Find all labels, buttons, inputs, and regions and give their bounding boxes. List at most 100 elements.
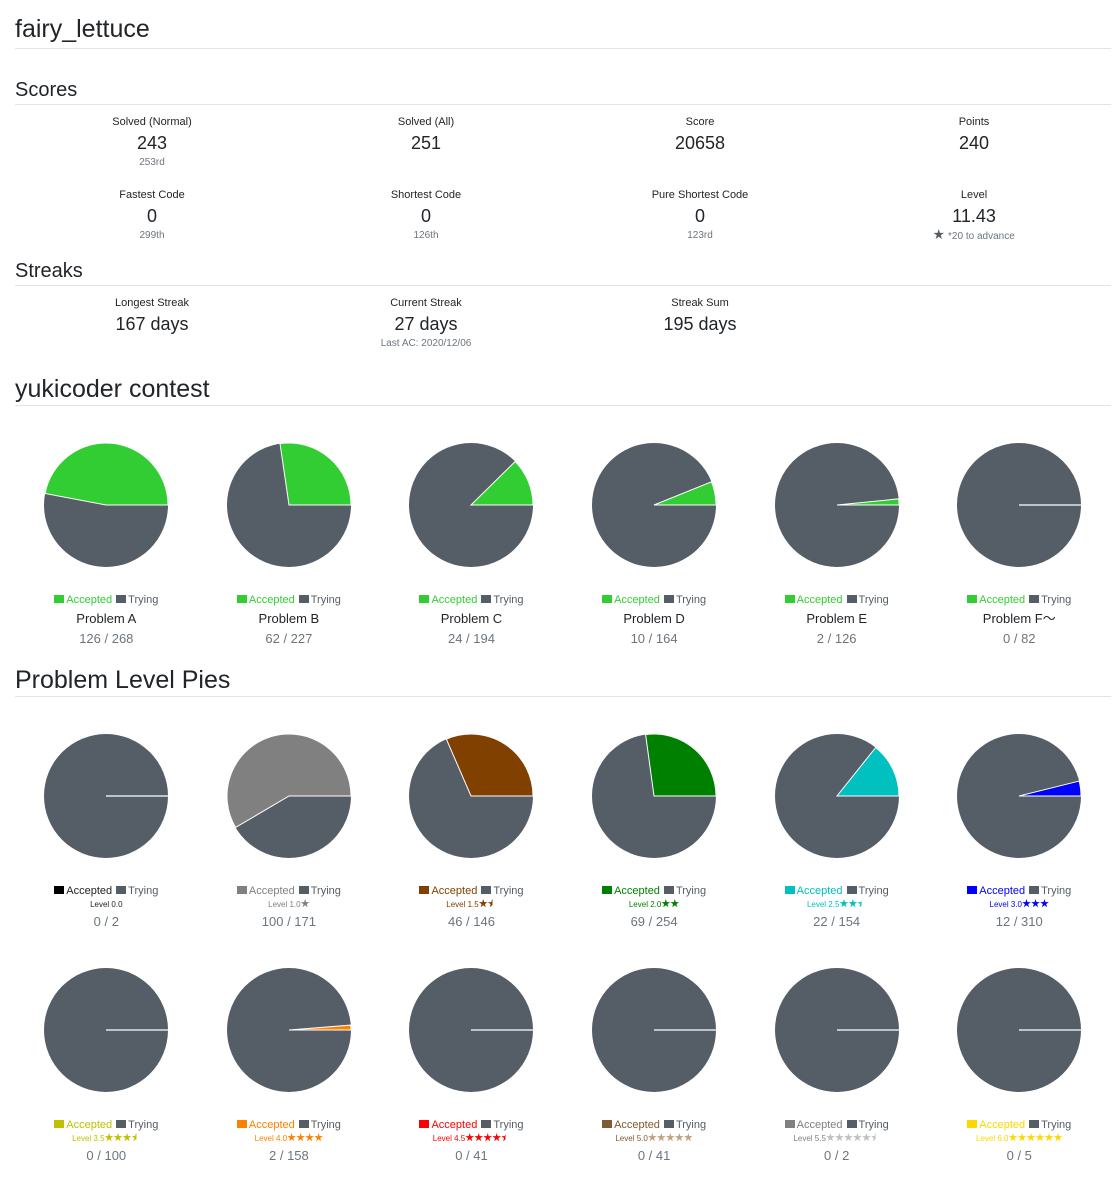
stat-value: 243 [136,133,168,153]
problem-name: Problem A [76,611,137,626]
star-icon [839,899,849,908]
star-icon [835,1133,844,1142]
star-icon [478,899,488,908]
levels-title: Problem Level Pies [15,666,231,694]
problem-count: 10 / 164 [630,631,678,646]
level-label: Level 4.5 [380,1133,563,1145]
level-count: 0 / 41 [455,1148,488,1163]
problem-count: 24 / 194 [447,631,495,646]
star-icon [1008,1133,1018,1142]
level-pies-row: Accepted Trying Level 0.0 0 / 2 Accepted Tryi… [15,733,1111,931]
pie-legend: Accepted Trying [380,593,563,607]
pie-chart [774,443,900,567]
half-star-icon [501,1133,511,1142]
legend-swatch-trying [481,595,492,603]
level-text: Level 3.5 [72,1134,105,1143]
stat-sub: 253rd [139,157,165,168]
star-icon [483,1133,493,1142]
half-star-icon [487,899,497,908]
stat-block: Level 11.43 *20 to advance [837,178,1111,251]
pie-slice-accepted [645,733,717,797]
legend-swatch-trying [663,595,674,603]
legend-swatch-accepted [236,886,247,894]
pie-chart [774,968,899,1092]
stat-block: Score 20658 [563,105,837,178]
legend-trying-label: Trying [128,594,159,606]
pie-chart [44,734,169,858]
pie-legend: Accepted Trying [563,884,746,898]
star-icon [122,1133,132,1142]
pie-legend: Accepted Trying [15,593,198,607]
level-text: Level 4.0 [254,1134,288,1143]
stat-label: Shortest Code [390,189,462,201]
stat-label: Solved (Normal) [112,116,192,128]
legend-accepted-label: Accepted [614,594,660,606]
legend-accepted-label: Accepted [979,885,1026,897]
stat-block: Streak Sum 195 days [563,286,837,359]
legend-trying-label: Trying [675,1119,707,1131]
level-label: Level 5.0 [563,1133,746,1145]
legend-swatch-trying [298,886,309,894]
pie-slice-accepted [279,442,352,506]
legend-swatch-trying [663,1120,674,1128]
star-icon [647,1133,657,1142]
problem-name: Problem D [623,611,685,626]
star-icon [314,1133,323,1142]
level-pie: Accepted Trying Level 5.0 0 / 41 [563,967,746,1165]
pie-chart [44,442,169,567]
stat-sub: *20 to advance [837,229,1111,244]
problem-name: Problem C [440,611,503,626]
star-icon [656,1133,666,1142]
stat-sub: 299th [139,230,165,241]
streaks-grid: Longest Streak 167 days Current Streak 27 d… [15,286,1111,359]
stat-label: Longest Streak [115,297,189,309]
legend-swatch-accepted [602,595,613,603]
star-icon [665,1133,675,1142]
level-pies-row: Accepted Trying Level 3.5 0 / 100 Accepted Tr… [15,967,1111,1165]
scores-grid: Solved (Normal) 243 253rd Solved (All) 251 Sc… [15,105,1111,251]
level-pie: Accepted Trying Level 1.0 100 / 171 [198,733,381,931]
legend-accepted-label: Accepted [431,1119,478,1131]
star-icon [674,1133,684,1142]
legend-trying-label: Trying [493,1119,524,1131]
level-count: 46 / 146 [447,914,495,929]
stat-label: Current Streak [390,297,462,309]
legend-accepted-label: Accepted [66,885,113,897]
pie-legend: Accepted Trying [928,593,1111,607]
legend-swatch-trying [481,886,492,894]
stat-value: 20658 [674,133,726,153]
level-pie: Accepted Trying Level 1.5 46 / 146 [380,733,563,931]
legend-swatch-accepted [967,1120,978,1128]
legend-trying-label: Trying [675,594,707,606]
level-pie: Accepted Trying Level 3.5 0 / 100 [15,967,198,1165]
pie-legend: Accepted Trying [745,884,928,898]
legend-accepted-label: Accepted [431,594,478,606]
stat-value: 0 [420,206,431,226]
legend-trying-label: Trying [310,885,341,897]
legend-trying-label: Trying [128,1119,159,1131]
level-pie: Accepted Trying Level 6.0 0 / 5 [928,967,1111,1165]
star-icon [1040,899,1049,908]
stat-block: Solved (Normal) 243 253rd [15,105,289,178]
streaks-title: Streaks [15,260,83,282]
pie-chart [226,442,352,567]
legend-swatch-accepted [602,886,613,894]
problem-name: Problem F～ [982,611,1056,626]
star-icon [844,1133,853,1142]
legend-accepted-label: Accepted [796,1119,843,1131]
contest-pie: Accepted Trying Problem C 24 / 194 [380,442,563,648]
legend-accepted-label: Accepted [796,594,843,606]
star-icon [305,1133,314,1142]
contest-pie: Accepted Trying Problem A 126 / 268 [15,442,198,648]
level-label: Level 1.5 [380,899,563,911]
star-icon [465,1133,475,1142]
legend-accepted-label: Accepted [614,1119,660,1131]
level-text: Level 2.0 [628,900,662,909]
stat-block: Fastest Code 0 299th [15,178,289,251]
pie-chart [957,734,1082,858]
legend-swatch-accepted [54,1120,65,1128]
stat-sub: 126th [413,230,439,241]
pie-chart [592,443,717,567]
legend-accepted-label: Accepted [66,594,113,606]
stat-value: 0 [694,206,705,226]
